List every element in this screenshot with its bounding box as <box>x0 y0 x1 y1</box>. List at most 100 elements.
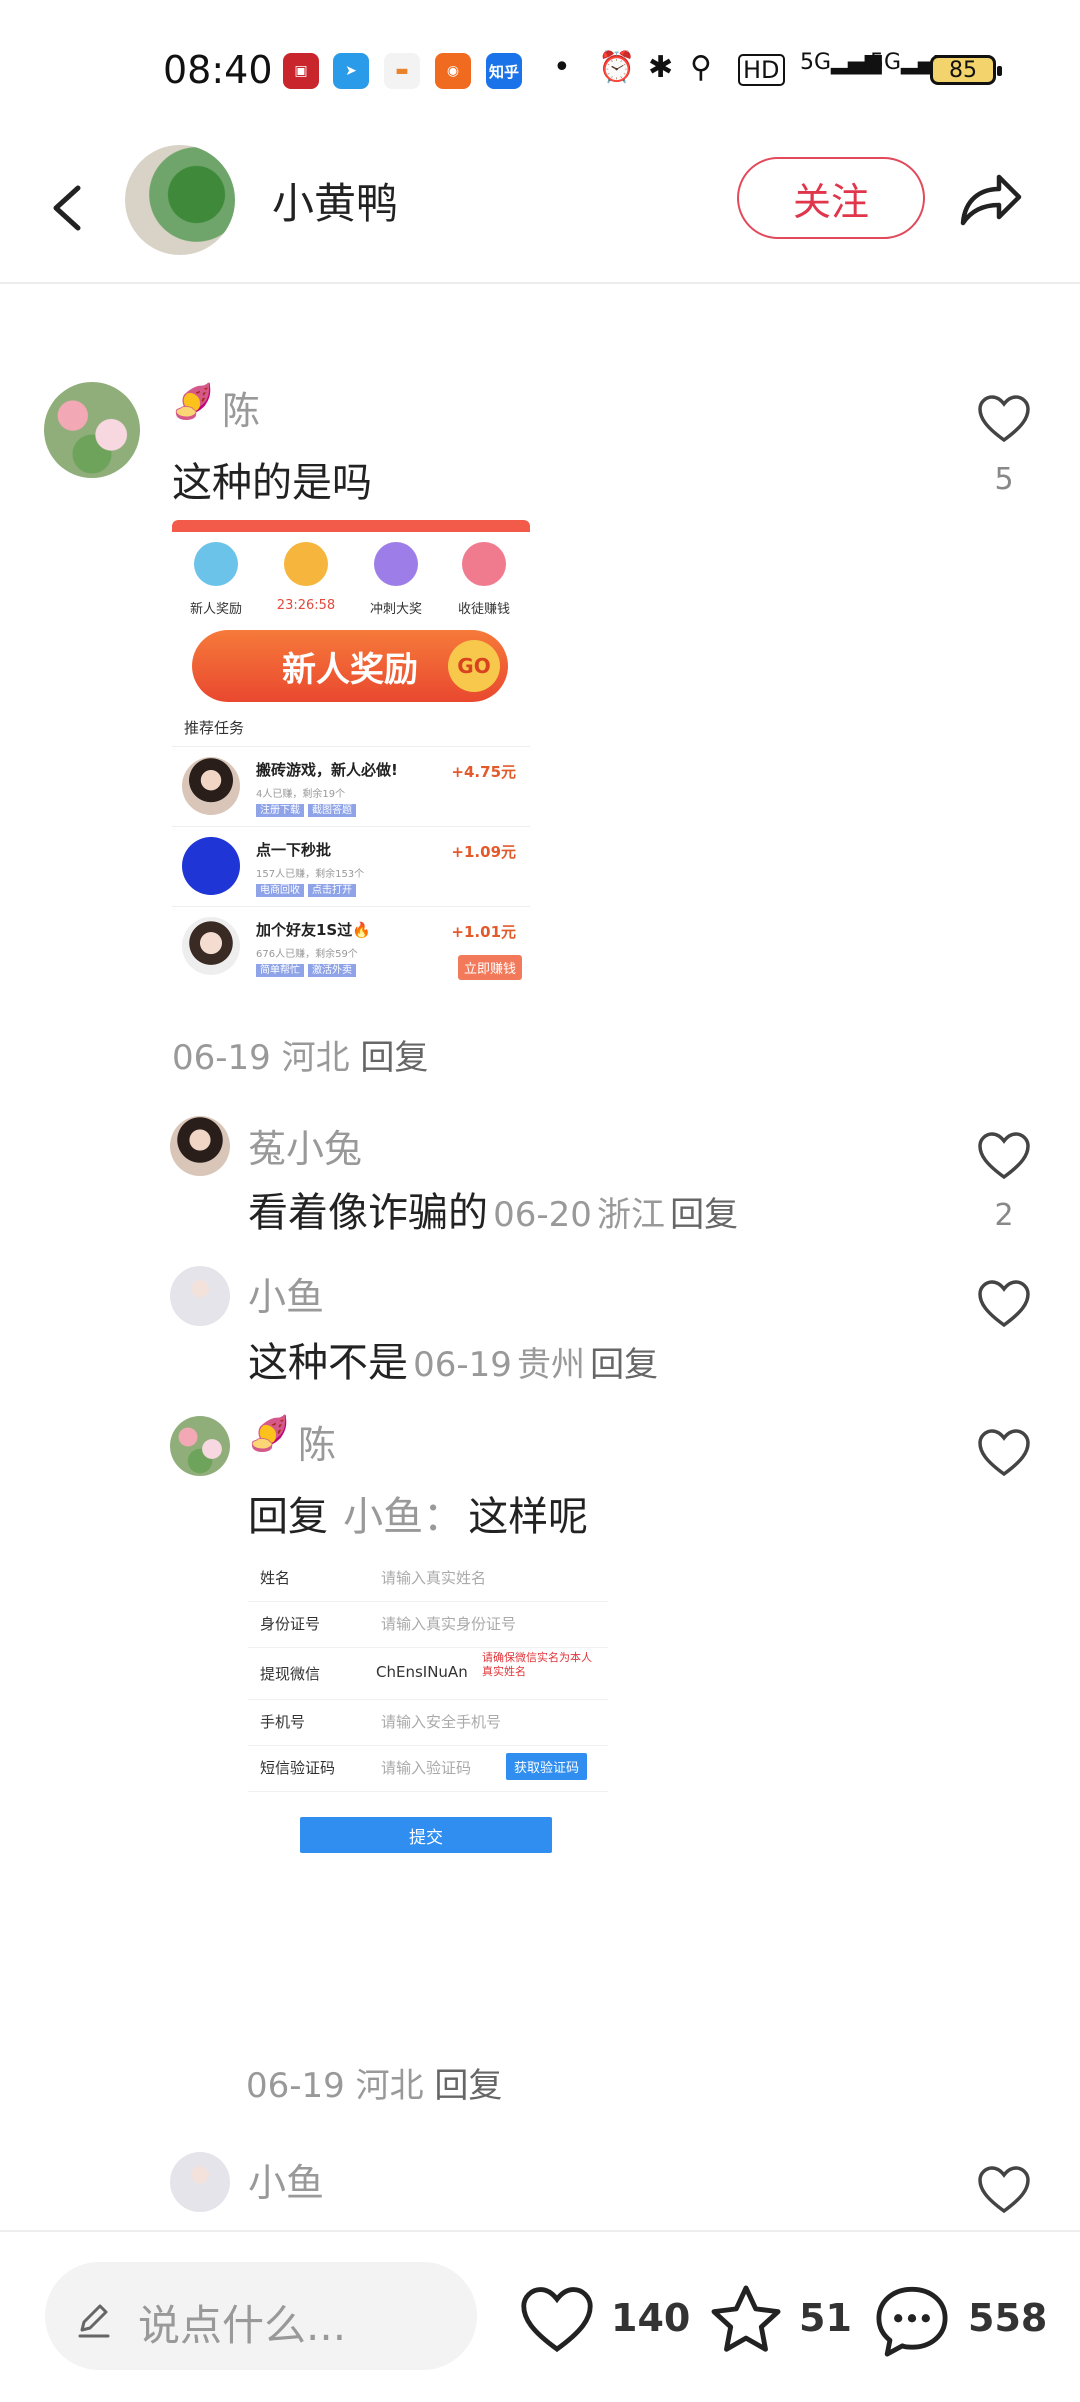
location-icon: ⚲ <box>690 50 712 85</box>
pencil-icon <box>78 2304 110 2338</box>
icon-label: 新人奖励 <box>189 602 242 617</box>
reply-name[interactable]: 小鱼 <box>248 2152 324 2207</box>
image-topbar <box>172 520 530 532</box>
task-reward: +4.75元 <box>451 763 516 781</box>
network-label-2: 5G <box>870 50 902 75</box>
reply-link[interactable]: 回复 <box>360 1038 428 1078</box>
icon-label: 23:26:58 <box>276 598 336 613</box>
reply-location: 浙江 <box>596 1195 665 1235</box>
form-placeholder: 请输入真实姓名 <box>381 1569 487 1587</box>
comment-text: 这种的是吗 <box>172 460 372 506</box>
comment-location: 河北 <box>281 1038 350 1078</box>
submit-button: 提交 <box>300 1817 552 1853</box>
commenter-name[interactable]: 陈 <box>222 380 260 435</box>
follow-button[interactable]: 关注 <box>737 157 925 239</box>
form-label: 姓名 <box>260 1569 291 1587</box>
task-reward: +1.09元 <box>451 843 516 861</box>
task-tags: 简单帮忙 激活外卖 <box>256 961 360 977</box>
bluetooth-icon: ✱ <box>648 50 674 85</box>
task-avatar <box>182 917 240 975</box>
task-sub: 4人已赚，剩余19个 <box>256 789 346 800</box>
author-name[interactable]: 小黄鸭 <box>272 170 398 231</box>
icon-label: 收徒赚钱 <box>457 602 510 617</box>
task-title: 点一下秒批 <box>256 841 332 859</box>
task-reward: +1.01元 <box>451 923 516 941</box>
like-total: 140 <box>611 2296 691 2340</box>
status-bar: 08:40 ▣ ➤ ▬ ◉ 知乎 • ⏰ ✱ ⚲ HD 5G▂▄▆ 5G▂▄▆ … <box>0 0 1080 130</box>
reply-name[interactable]: 菟小兔 <box>248 1118 362 1173</box>
reward-banner: 新人奖励 GO <box>192 630 508 702</box>
reply-image[interactable]: 姓名 请输入真实姓名 身份证号 请输入真实身份证号 提现微信 ChEnsINuA… <box>248 1555 608 1855</box>
like-icon[interactable] <box>518 2284 596 2356</box>
form-row: 身份证号 请输入真实身份证号 <box>248 1601 608 1648</box>
task-avatar <box>182 837 240 895</box>
like-count: 2 <box>994 1198 1014 1233</box>
icon-label: 冲刺大奖 <box>369 602 422 617</box>
gift-icon <box>194 542 238 586</box>
get-code-button: 获取验证码 <box>506 1753 588 1780</box>
form-label: 手机号 <box>260 1713 306 1731</box>
reply-colon: ： <box>423 1494 464 1540</box>
telegram-icon: ➤ <box>333 53 369 89</box>
author-avatar[interactable] <box>125 145 235 255</box>
reply-prefix: 回复 <box>248 1494 328 1540</box>
form-placeholder: 请输入安全手机号 <box>381 1713 502 1731</box>
app-red-icon: ▣ <box>283 53 319 89</box>
like-heart-icon[interactable] <box>976 1427 1032 1479</box>
reply-link[interactable]: 回复 <box>590 1345 658 1385</box>
like-heart-icon[interactable] <box>976 393 1032 445</box>
reply-link[interactable]: 回复 <box>670 1195 738 1235</box>
like-heart-icon[interactable] <box>976 1130 1032 1182</box>
share-icon[interactable] <box>955 165 1025 230</box>
wallet-icon: ▬ <box>384 53 420 89</box>
like-heart-icon[interactable] <box>976 2164 1032 2216</box>
form-row: 提现微信 ChEnsINuAn 请确保微信实名为本人真实姓名 <box>248 1647 608 1700</box>
comment-image[interactable]: 新人奖励 23:26:58 冲刺大奖 收徒赚钱 新人奖励 GO 推荐任务 搬砖游… <box>172 520 530 992</box>
form-row: 手机号 请输入安全手机号 <box>248 1699 608 1746</box>
reply-avatar[interactable] <box>170 1266 230 1326</box>
form-row: 短信验证码 请输入验证码 获取验证码 <box>248 1745 608 1792</box>
form-placeholder: 请输入验证码 <box>381 1759 472 1777</box>
comment-total: 558 <box>968 2296 1048 2340</box>
tag: 点击打开 <box>308 884 356 897</box>
reply-avatar[interactable] <box>170 1116 230 1176</box>
star-icon[interactable] <box>707 2282 785 2358</box>
status-time: 08:40 <box>163 48 273 92</box>
reply-name[interactable]: 陈 <box>298 1414 336 1469</box>
reply-date: 06-19 <box>246 2066 345 2106</box>
task-row: 加个好友1S过🔥 676人已赚，剩余59个 简单帮忙 激活外卖 +1.01元 立即… <box>172 906 530 987</box>
reply-body: 看着像诈骗的 06-20 浙江 回复 <box>248 1180 738 1238</box>
zhihu-icon: 知乎 <box>486 53 522 89</box>
task-title: 加个好友1S过🔥 <box>256 921 371 939</box>
form-note: 请确保微信实名为本人真实姓名 <box>482 1651 592 1678</box>
form-value: ChEnsINuAn <box>376 1663 468 1681</box>
reply-body: 这种不是 06-19 贵州 回复 <box>248 1330 658 1388</box>
like-heart-icon[interactable] <box>976 1278 1032 1330</box>
banner-text: 新人奖励 <box>282 649 418 690</box>
tag: 激活外卖 <box>308 964 356 977</box>
kuaishou-icon: ◉ <box>435 53 471 89</box>
comment-placeholder[interactable]: 说点什么... <box>138 2292 346 2353</box>
task-avatar <box>182 757 240 815</box>
tag: 截图答题 <box>308 804 356 817</box>
reply-name[interactable]: 小鱼 <box>248 1266 324 1321</box>
task-title: 搬砖游戏，新人必做! <box>256 761 398 779</box>
reply-text: 这种不是 <box>248 1340 408 1386</box>
back-arrow-icon[interactable] <box>40 168 100 248</box>
network-icon <box>374 542 418 586</box>
tag: 注册下载 <box>256 804 304 817</box>
comment-icon[interactable] <box>872 2282 952 2360</box>
tag: 简单帮忙 <box>256 964 304 977</box>
reply-text: 这样呢 <box>468 1494 589 1540</box>
form-placeholder: 请输入真实身份证号 <box>381 1615 517 1633</box>
form-label: 短信验证码 <box>260 1759 336 1777</box>
reply-link[interactable]: 回复 <box>434 2066 502 2106</box>
commenter-avatar[interactable] <box>44 382 140 478</box>
network-label: 5G <box>800 50 832 75</box>
reply-to-name[interactable]: 小鱼 <box>343 1494 423 1540</box>
reply-avatar[interactable] <box>170 1416 230 1476</box>
form-label: 提现微信 <box>260 1665 321 1683</box>
tag: 电商回收 <box>256 884 304 897</box>
task-row: 搬砖游戏，新人必做! 4人已赚，剩余19个 注册下载 截图答题 +4.75元 <box>172 746 530 827</box>
reply-avatar[interactable] <box>170 2152 230 2212</box>
